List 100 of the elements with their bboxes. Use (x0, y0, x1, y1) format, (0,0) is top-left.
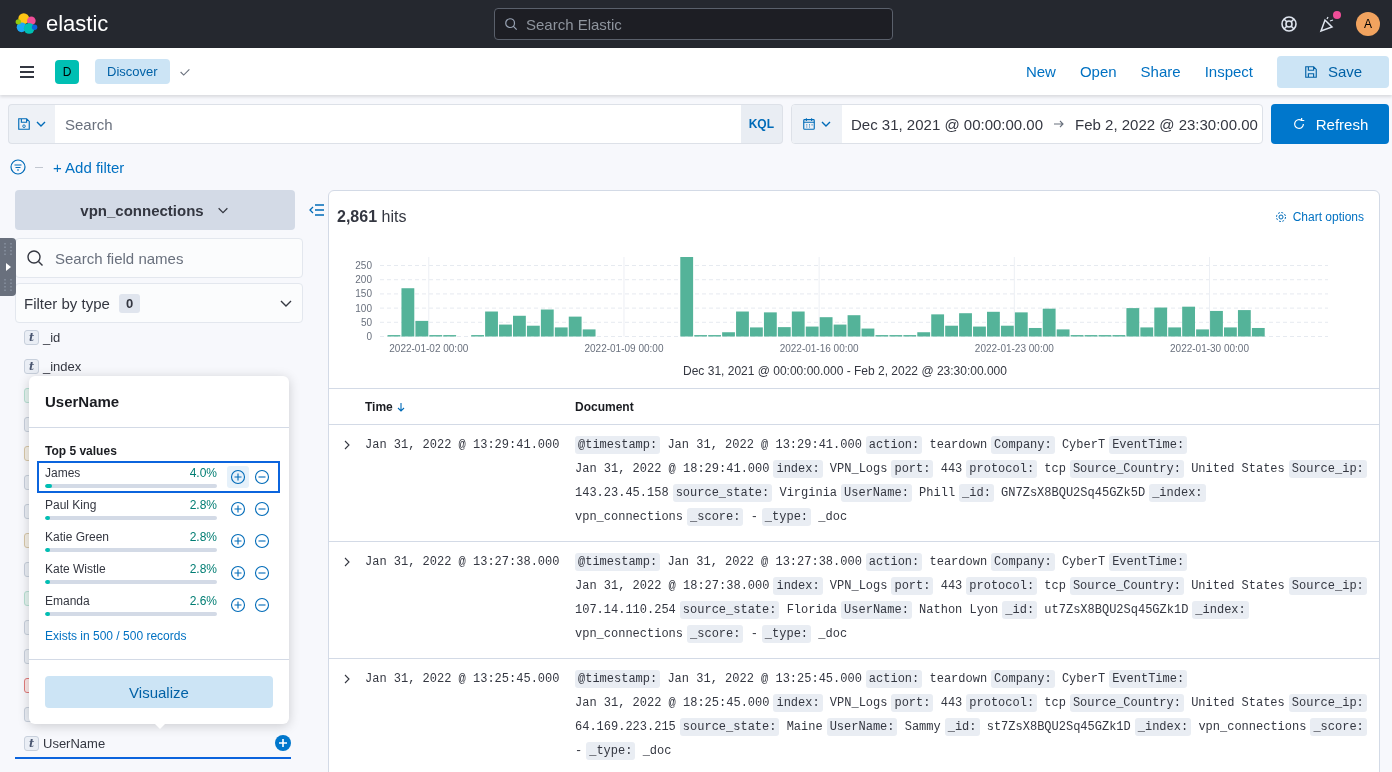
histogram-bar[interactable] (1237, 310, 1251, 337)
expand-icon[interactable] (342, 440, 352, 450)
value-row[interactable]: Paul King 2.8% (37, 493, 280, 525)
chart-options-link[interactable]: Chart options (1274, 210, 1364, 224)
histogram-bar[interactable] (736, 311, 749, 337)
histogram-bar[interactable] (1182, 306, 1195, 337)
expand-icon[interactable] (342, 557, 352, 567)
start-date[interactable]: Dec 31, 2021 @ 00:00:00.00 (842, 115, 1053, 133)
histogram-bar[interactable] (973, 326, 986, 337)
field-value: 64.169.223.215 (575, 720, 676, 734)
histogram-bar[interactable] (791, 311, 805, 337)
histogram-bar[interactable] (1140, 327, 1154, 337)
histogram-bar[interactable] (722, 332, 735, 337)
field-value: United States (1191, 696, 1285, 710)
value-row[interactable]: James 4.0% (37, 461, 280, 493)
histogram-bar[interactable] (401, 288, 415, 337)
histogram-bar[interactable] (1028, 328, 1042, 337)
field-key: source_state: (672, 484, 773, 502)
search-field[interactable]: Search Elastic (494, 8, 893, 40)
field-key: _id: (959, 484, 994, 502)
date-quick-menu[interactable] (792, 105, 842, 143)
user-avatar[interactable]: A (1356, 12, 1380, 36)
exists-link[interactable]: Exists in 500 / 500 records (45, 629, 280, 643)
histogram-bar[interactable] (1042, 308, 1056, 337)
field-value: vpn_connections (575, 627, 684, 641)
time-cell-text: Jan 31, 2022 @ 13:27:38.000 (365, 554, 561, 571)
field-value: st7ZsX8BQU2Sq45GZk1D (986, 720, 1131, 734)
histogram-bar[interactable] (1000, 325, 1014, 337)
histogram-bar[interactable] (945, 325, 958, 337)
index-pattern-button[interactable]: vpn_connections (15, 190, 295, 230)
filter-by-type-button[interactable]: Filter by type 0 (15, 283, 303, 323)
menu-link[interactable]: New (1025, 63, 1056, 80)
histogram-bar[interactable] (499, 324, 512, 337)
histogram-bar[interactable] (763, 312, 777, 337)
field-value: vpn_connections (1198, 720, 1307, 734)
histogram-bar[interactable] (917, 332, 931, 337)
histogram-bar[interactable] (1126, 308, 1140, 337)
space-avatar[interactable]: D (55, 59, 79, 84)
sort-icon[interactable] (395, 401, 406, 412)
field-search[interactable]: Search field names (15, 238, 303, 278)
collapse-icon[interactable] (308, 202, 325, 218)
refresh-button[interactable]: Refresh (1271, 104, 1389, 144)
histogram-bar[interactable] (554, 327, 568, 337)
refresh-icon (1291, 117, 1306, 131)
saved-query-button[interactable] (8, 104, 55, 144)
histogram-bar[interactable] (1196, 329, 1209, 337)
field-key: action: (865, 436, 923, 454)
histogram-bar[interactable] (526, 325, 540, 337)
histogram-bar[interactable] (680, 257, 694, 337)
expand-icon[interactable] (342, 674, 352, 684)
logo-icon[interactable] (14, 11, 40, 37)
help-icon[interactable] (1280, 15, 1298, 33)
brand-name[interactable]: elastic (46, 11, 109, 37)
histogram-bar[interactable] (959, 313, 972, 337)
field-item[interactable]: t _id (15, 323, 291, 352)
histogram-bar[interactable] (777, 327, 791, 337)
menu-link[interactable]: Inspect (1204, 63, 1253, 80)
histogram-bar[interactable] (485, 311, 498, 337)
plus-circle-icon (230, 533, 246, 549)
histogram-bar[interactable] (568, 316, 582, 337)
histogram-bar[interactable] (805, 326, 819, 337)
histogram-bar[interactable] (1224, 327, 1237, 337)
histogram-bar[interactable] (931, 314, 945, 337)
histogram-bar[interactable] (750, 327, 763, 337)
histogram-bar[interactable] (1168, 327, 1182, 337)
y-tick-label: 50 (360, 316, 372, 328)
histogram-bar[interactable] (1056, 329, 1070, 337)
filter-for-button[interactable] (227, 466, 249, 488)
drag-handle[interactable] (0, 238, 16, 296)
field-item[interactable]: t UserName (15, 729, 291, 759)
histogram-bar[interactable] (513, 315, 526, 337)
query-field[interactable]: Search (55, 104, 741, 144)
visualize-button[interactable]: Visualize (45, 676, 273, 708)
histogram-bar[interactable] (861, 328, 875, 337)
field-value: 107.14.110.254 (575, 603, 676, 617)
value-row[interactable]: Kate Wistle 2.8% (37, 557, 280, 589)
histogram-bar[interactable] (987, 311, 1000, 337)
language-button[interactable]: KQL (740, 104, 783, 144)
column-header[interactable]: Time (365, 399, 575, 414)
value-row[interactable]: Emanda 2.6% (37, 589, 280, 621)
value-row[interactable]: Katie Green 2.8% (37, 525, 280, 557)
news-icon[interactable] (1318, 15, 1336, 33)
histogram-bar[interactable] (1210, 310, 1223, 337)
filter-icon[interactable] (10, 159, 26, 175)
histogram-bar[interactable] (1251, 328, 1265, 337)
histogram-bar[interactable] (847, 315, 861, 337)
menu-link[interactable]: Share (1140, 63, 1181, 80)
histogram-bar[interactable] (1154, 307, 1168, 337)
menu-link[interactable]: Open (1079, 63, 1117, 80)
add-filter-link[interactable]: + Add filter (53, 158, 125, 176)
histogram-bar[interactable] (582, 329, 596, 337)
histogram-bar[interactable] (415, 320, 429, 337)
save-button[interactable]: Save (1277, 55, 1389, 88)
end-date[interactable]: Feb 2, 2022 @ 23:30:00.00 (1066, 115, 1262, 133)
field-value: _doc (818, 627, 848, 641)
breadcrumb[interactable]: Discover (95, 59, 170, 84)
field-key: action: (865, 553, 923, 571)
add-icon[interactable] (275, 735, 291, 751)
histogram-bar[interactable] (833, 324, 847, 337)
histogram-bar[interactable] (540, 309, 554, 337)
